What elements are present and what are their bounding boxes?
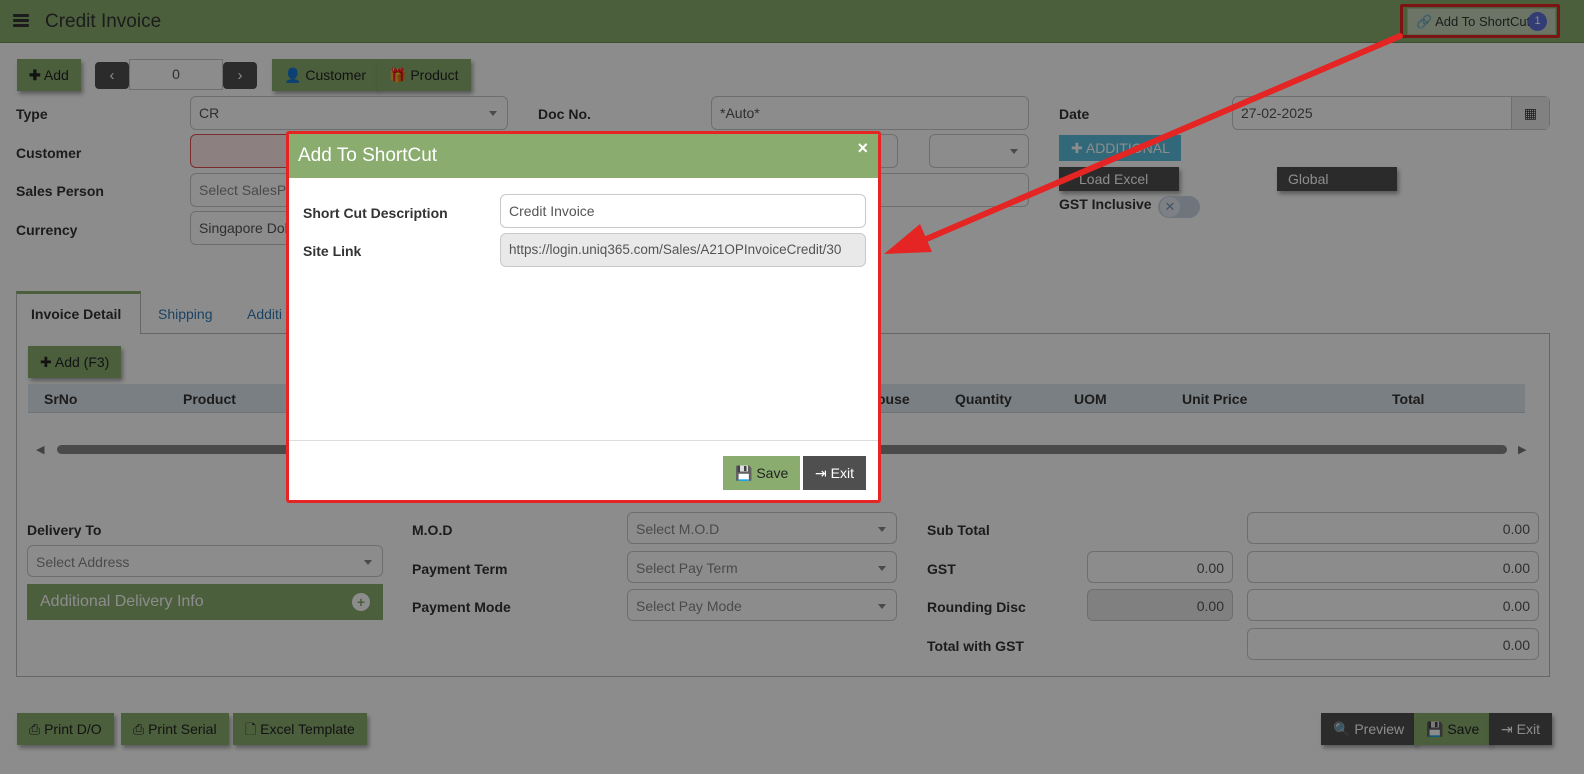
close-icon[interactable]: × xyxy=(857,138,868,159)
add-to-shortcut-modal: Add To ShortCut × Short Cut Description … xyxy=(286,131,881,503)
exit-icon: ⇥ xyxy=(815,465,827,481)
shortcut-description-input[interactable]: Credit Invoice xyxy=(500,194,866,228)
modal-title: Add To ShortCut xyxy=(289,134,878,178)
modal-divider xyxy=(289,440,878,441)
modal-exit-button[interactable]: ⇥ Exit xyxy=(803,456,866,490)
site-link-label: Site Link xyxy=(303,243,362,259)
save-icon: 💾 xyxy=(735,465,753,481)
site-link-input: https://login.uniq365.com/Sales/A21OPInv… xyxy=(500,233,866,267)
modal-save-button[interactable]: 💾 Save xyxy=(723,456,801,490)
shortcut-description-label: Short Cut Description xyxy=(303,205,448,221)
